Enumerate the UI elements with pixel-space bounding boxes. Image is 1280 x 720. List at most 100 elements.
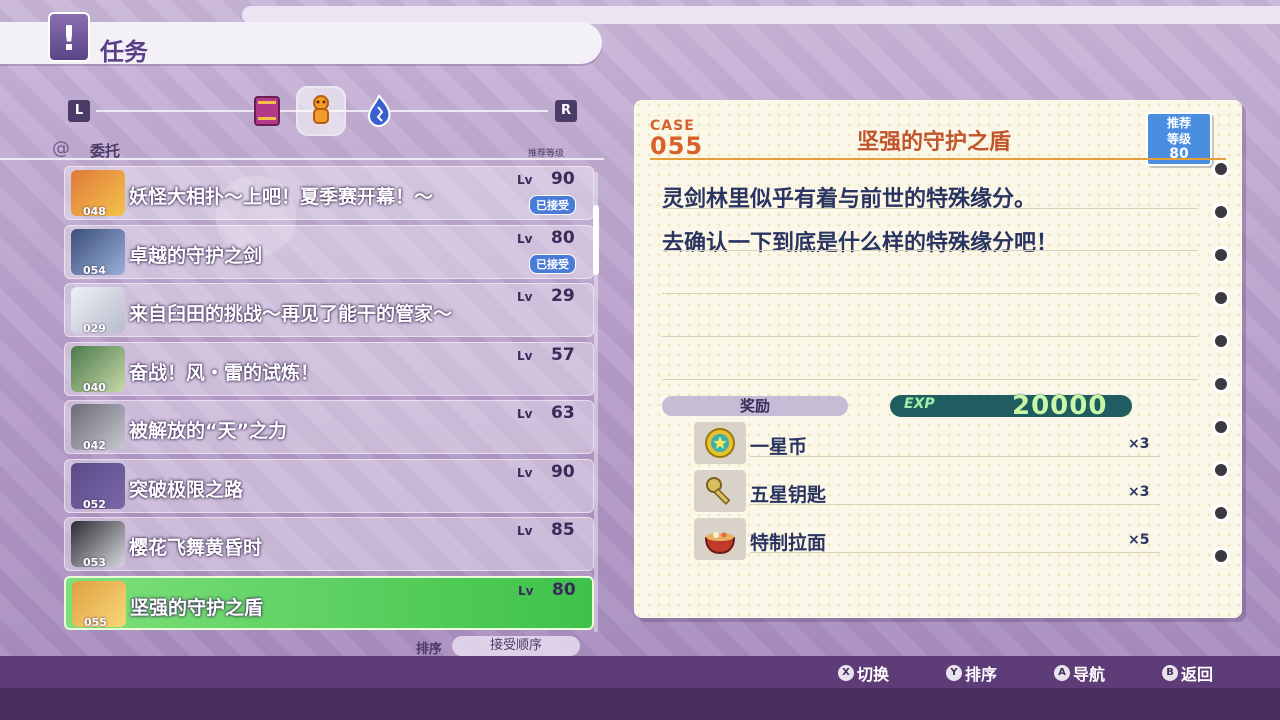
page-title: 任务: [100, 38, 148, 66]
quest-title: 樱花飞舞黄昏时: [129, 537, 263, 559]
case-number: 055: [650, 132, 704, 160]
flame-icon[interactable]: [356, 88, 402, 134]
exp-label: EXP: [904, 396, 935, 412]
binder-ring: [1212, 504, 1230, 522]
reward-item: 五星钥匙 ×3: [694, 470, 1160, 514]
quest-number: 048: [83, 205, 106, 218]
reward-item: 一星币 ×3: [694, 422, 1160, 466]
x-button-icon: X: [838, 665, 854, 681]
quest-number: 053: [83, 556, 106, 569]
quest-number: 040: [83, 380, 106, 394]
level-prefix: Lv: [517, 348, 533, 363]
level-prefix: Lv: [517, 290, 533, 304]
binder-ring: [1212, 418, 1230, 436]
hint-sort[interactable]: Y 排序: [946, 661, 997, 685]
quest-level: 63: [551, 403, 575, 423]
accepted-badge: 已接受: [529, 253, 576, 274]
ruled-line: [662, 250, 1198, 251]
quest-number: 029: [83, 322, 106, 335]
reward-quantity: ×3: [1128, 436, 1150, 452]
ruled-line: [662, 379, 1198, 380]
gingerbread-icon[interactable]: [298, 88, 344, 134]
book-icon[interactable]: [244, 88, 290, 134]
hint-label: 排序: [965, 665, 998, 684]
binder-ring: [1212, 246, 1230, 264]
quest-level: 90: [551, 169, 575, 189]
quest-row-042[interactable]: 042 被解放的“天”之力 Lv 63: [64, 400, 594, 454]
swirl-icon: @: [52, 138, 70, 159]
star-coin-icon: [694, 422, 746, 464]
quest-level: 80: [552, 579, 576, 600]
quest-level: 80: [551, 227, 575, 248]
quest-row-029[interactable]: 029 来自臼田的挑战～再见了能干的管家～ Lv 29: [64, 283, 594, 337]
ruled-line: [662, 336, 1198, 337]
ruled-line: [750, 456, 1160, 457]
quest-title: 卓越的守护之剑: [129, 244, 263, 267]
sort-dropdown[interactable]: 接受顺序: [452, 636, 580, 656]
binder-ring: [1212, 289, 1230, 307]
exp-value: 20000: [1012, 391, 1108, 421]
reward-name: 特制拉面: [750, 532, 827, 554]
quest-title: 来自臼田的挑战～再见了能干的管家～: [129, 303, 453, 325]
quest-level: 85: [551, 520, 575, 540]
l-button[interactable]: L: [68, 100, 90, 122]
quest-row-054[interactable]: 054 卓越的守护之剑 Lv 80 已接受: [64, 224, 594, 279]
quest-row-048[interactable]: 048 妖怪大相扑～上吧！夏季赛开幕！～ Lv 90 已接受: [64, 166, 594, 220]
hint-label: 导航: [1073, 665, 1106, 684]
reward-name: 一星币: [750, 436, 808, 458]
level-prefix: Lv: [517, 465, 533, 480]
a-button-icon: A: [1054, 665, 1070, 681]
quest-level: 57: [551, 344, 575, 365]
quest-list: 048 妖怪大相扑～上吧！夏季赛开幕！～ Lv 90 已接受 054 卓越的守护…: [64, 166, 594, 634]
binder-ring: [1212, 203, 1230, 221]
ruled-line: [750, 504, 1160, 505]
quest-title: 被解放的“天”之力: [129, 420, 287, 442]
hint-label: 返回: [1181, 665, 1214, 684]
exp-bar: EXP 20000: [890, 391, 1132, 421]
level-prefix: Lv: [517, 231, 533, 246]
hint-navigate[interactable]: A 导航: [1054, 661, 1105, 685]
reward-quantity: ×3: [1128, 484, 1150, 500]
description-line-2: 去确认一下到底是什么样的特殊缘分吧！: [662, 231, 1059, 256]
binder-ring: [1212, 547, 1230, 565]
key-icon: [694, 470, 746, 512]
hint-switch[interactable]: X 切换: [838, 661, 889, 685]
quest-title: 坚强的守护之盾: [130, 596, 264, 619]
hint-back[interactable]: B 返回: [1162, 661, 1213, 685]
reward-name: 五星钥匙: [750, 484, 827, 506]
rec-badge-line2: 等级: [1166, 132, 1191, 146]
quest-row-052[interactable]: 052 突破极限之路 Lv 90: [64, 458, 594, 513]
recommended-level-header: 推荐等级: [528, 149, 565, 159]
hint-label: 切换: [857, 665, 890, 684]
title-bar: [0, 22, 602, 64]
ruled-line: [662, 293, 1198, 294]
quest-level: 29: [551, 286, 575, 306]
quest-row-053[interactable]: 053 樱花飞舞黄昏时 Lv 85: [64, 517, 594, 571]
quest-row-040[interactable]: 040 奋战！风・雷的试炼！ Lv 57: [64, 341, 594, 396]
scrollbar-thumb[interactable]: [593, 205, 599, 275]
section-label: 委托: [90, 142, 121, 160]
rec-badge-line1: 推荐: [1166, 116, 1191, 130]
r-button[interactable]: R: [555, 100, 577, 122]
b-button-icon: B: [1162, 665, 1178, 681]
binder-ring: [1212, 375, 1230, 393]
description-line-1: 灵剑林里似乎有着与前世的特殊缘分。: [662, 187, 1037, 212]
quest-number: 054: [83, 263, 106, 277]
quest-title: 妖怪大相扑～上吧！夏季赛开幕！～: [129, 186, 434, 208]
quest-number: 052: [83, 497, 106, 511]
y-button-icon: Y: [946, 665, 962, 681]
quest-title: 奋战！风・雷的试炼！: [129, 361, 320, 384]
ramen-icon: [694, 518, 746, 560]
reward-item: 特制拉面 ×5: [694, 518, 1160, 562]
quest-level: 90: [551, 461, 575, 482]
ruled-line: [662, 208, 1198, 209]
level-prefix: Lv: [518, 583, 534, 598]
ruled-line: [750, 552, 1160, 553]
sort-label: 排序: [416, 642, 443, 657]
quest-row-055-selected[interactable]: 055 坚强的守护之盾 Lv 80: [64, 575, 594, 630]
quest-description: 灵剑林里似乎有着与前世的特殊缘分。 去确认一下到底是什么样的特殊缘分吧！: [662, 178, 1202, 266]
exclamation-icon: !: [48, 12, 90, 62]
quest-title: 突破极限之路: [129, 478, 244, 501]
binder-ring: [1212, 160, 1230, 178]
level-prefix: Lv: [517, 407, 533, 421]
